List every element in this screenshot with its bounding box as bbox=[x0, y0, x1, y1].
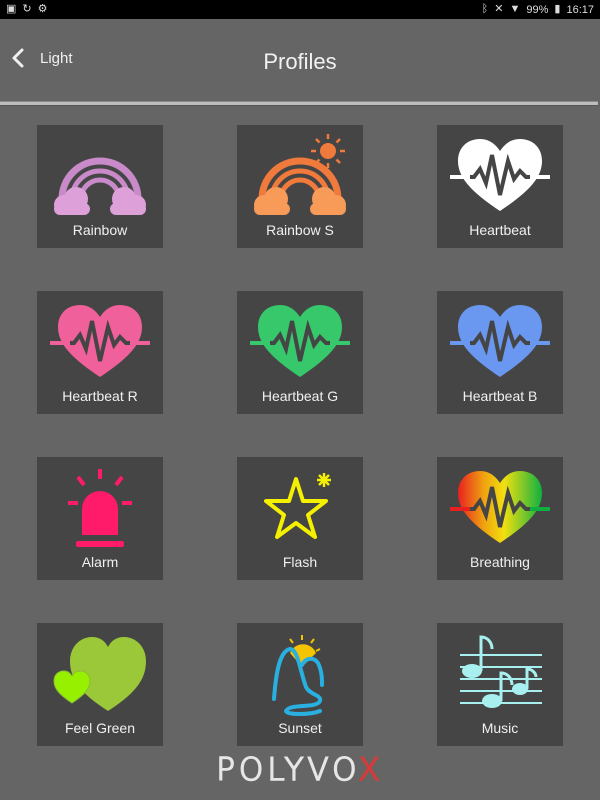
profile-tile-rainbow[interactable]: Rainbow bbox=[37, 125, 163, 248]
page-title: Profiles bbox=[263, 49, 337, 74]
polyvox-logo: POLYVOX bbox=[0, 751, 600, 789]
sync-icon: ↻ bbox=[22, 3, 32, 15]
profile-tile-flash[interactable]: Flash bbox=[237, 457, 363, 580]
profile-label: Music bbox=[481, 720, 519, 736]
profile-label: Rainbow bbox=[72, 222, 128, 238]
profile-label: Heartbeat R bbox=[62, 388, 138, 404]
profile-tile-heartbeat-g[interactable]: Heartbeat G bbox=[237, 291, 363, 414]
profile-tile-sunset[interactable]: Sunset bbox=[237, 623, 363, 746]
hearts-icon bbox=[53, 637, 146, 711]
wifi-icon: ▼ bbox=[509, 3, 521, 15]
star-flash-icon bbox=[264, 473, 331, 539]
mute-icon: ✕ bbox=[494, 3, 504, 15]
profile-tile-alarm[interactable]: Alarm bbox=[37, 457, 163, 580]
profile-tile-music[interactable]: Music bbox=[437, 623, 563, 746]
profile-tile-breathing[interactable]: Breathing bbox=[437, 457, 563, 580]
profile-label: Heartbeat bbox=[469, 222, 531, 238]
header-divider bbox=[0, 101, 598, 106]
profile-label: Sunset bbox=[278, 720, 322, 736]
profile-label: Breathing bbox=[470, 554, 530, 570]
profile-label: Rainbow S bbox=[266, 222, 334, 238]
profile-tile-rainbow-s[interactable]: Rainbow S bbox=[237, 125, 363, 248]
logo-accent: X bbox=[358, 751, 384, 789]
rainbow-sun-icon bbox=[254, 134, 346, 215]
music-notes-icon bbox=[460, 635, 542, 708]
heartbeat-icon bbox=[250, 305, 350, 377]
logo-text: POLYVO bbox=[215, 751, 359, 789]
sunset-mountain-icon bbox=[272, 635, 324, 716]
battery-level: 99% bbox=[526, 3, 549, 16]
header: Light Profiles bbox=[0, 19, 600, 101]
heartbeat-icon bbox=[450, 139, 550, 211]
profile-tile-heartbeat[interactable]: Heartbeat bbox=[437, 125, 563, 248]
profile-tile-heartbeat-b[interactable]: Heartbeat B bbox=[437, 291, 563, 414]
profile-label: Alarm bbox=[81, 554, 119, 570]
profile-tile-heartbeat-r[interactable]: Heartbeat R bbox=[37, 291, 163, 414]
gallery-icon: ▣ bbox=[6, 3, 17, 15]
heartbeat-icon bbox=[50, 305, 150, 377]
heartbeat-gradient-icon bbox=[450, 471, 550, 543]
rainbow-icon bbox=[54, 157, 146, 215]
heartbeat-icon bbox=[450, 305, 550, 377]
profile-label: Feel Green bbox=[64, 720, 136, 736]
status-bar: ▣ ↻ ⚙ ᛒ ✕ ▼ 99% ▮ 16:17 bbox=[0, 0, 600, 19]
battery-icon: ▮ bbox=[554, 3, 561, 15]
alarm-light-icon bbox=[68, 469, 132, 547]
bluetooth-icon: ᛒ bbox=[481, 3, 489, 15]
settings-icon: ⚙ bbox=[37, 3, 48, 15]
profile-label: Flash bbox=[282, 554, 318, 570]
profile-label: Heartbeat G bbox=[261, 388, 339, 404]
profile-tile-feel-green[interactable]: Feel Green bbox=[37, 623, 163, 746]
profile-label: Heartbeat B bbox=[462, 388, 538, 404]
clock: 16:17 bbox=[566, 3, 594, 16]
